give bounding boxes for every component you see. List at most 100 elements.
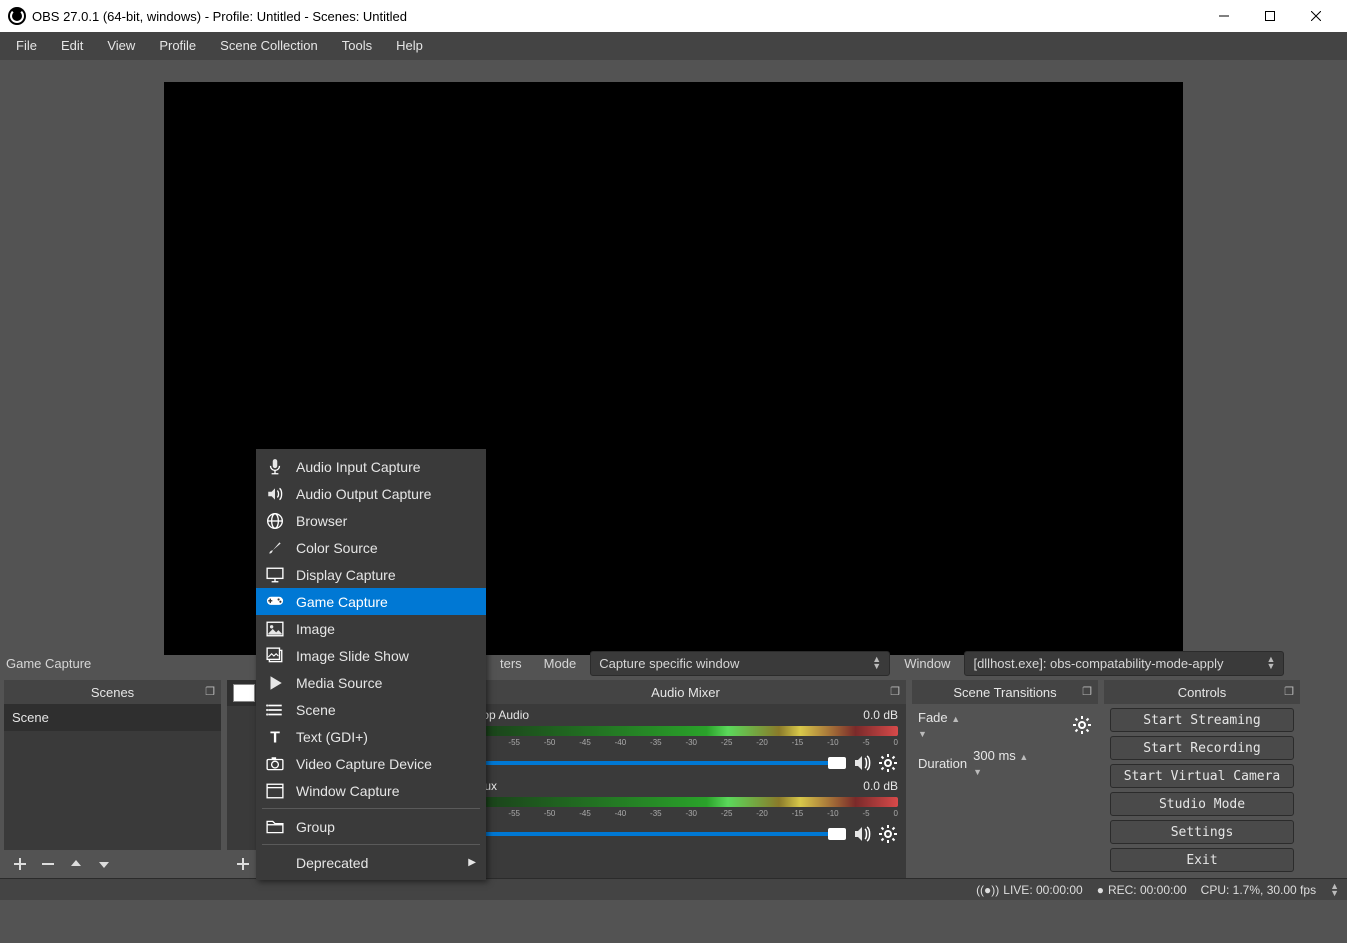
ctx-item-label: Media Source bbox=[296, 675, 382, 691]
list-icon bbox=[266, 701, 284, 719]
track-settings-button[interactable] bbox=[878, 824, 898, 844]
gamepad-icon bbox=[266, 593, 284, 611]
ctx-item-label: Text (GDI+) bbox=[296, 729, 368, 745]
filters-button[interactable]: ters bbox=[492, 652, 530, 675]
status-live: ((●)) LIVE: 00:00:00 bbox=[976, 883, 1083, 897]
ctx-item-audio-input-capture[interactable]: Audio Input Capture bbox=[256, 453, 486, 480]
mode-combo[interactable]: Capture specific window ▲▼ bbox=[590, 651, 890, 676]
slides-icon bbox=[266, 647, 284, 665]
camera-icon bbox=[266, 755, 284, 773]
start-recording-button[interactable]: Start Recording bbox=[1110, 736, 1294, 760]
stats-spinner-icon[interactable]: ▲▼ bbox=[1330, 883, 1339, 897]
active-source-label: Game Capture bbox=[6, 656, 256, 671]
settings-button[interactable]: Settings bbox=[1110, 820, 1294, 844]
track-db: 0.0 dB bbox=[863, 708, 898, 722]
ctx-item-color-source[interactable]: Color Source bbox=[256, 534, 486, 561]
track-settings-button[interactable] bbox=[878, 753, 898, 773]
add-source-menu: Audio Input Capture Audio Output Capture B… bbox=[256, 449, 486, 880]
speaker-icon bbox=[266, 485, 284, 503]
ctx-item-label: Audio Input Capture bbox=[296, 459, 421, 475]
ctx-item-video-capture-device[interactable]: Video Capture Device bbox=[256, 750, 486, 777]
add-source-button[interactable] bbox=[231, 852, 255, 876]
remove-scene-button[interactable] bbox=[36, 852, 60, 876]
statusbar: ((●)) LIVE: 00:00:00 ● REC: 00:00:00 CPU… bbox=[0, 878, 1347, 900]
volume-slider[interactable] bbox=[473, 832, 846, 836]
source-thumbnail-icon bbox=[233, 684, 255, 702]
start-virtual-camera-button[interactable]: Start Virtual Camera bbox=[1110, 764, 1294, 788]
globe-icon bbox=[266, 512, 284, 530]
popout-icon[interactable]: ❐ bbox=[205, 685, 215, 698]
ctx-item-media-source[interactable]: Media Source bbox=[256, 669, 486, 696]
transition-settings-button[interactable] bbox=[1072, 715, 1092, 735]
ctx-item-label: Image bbox=[296, 621, 335, 637]
broadcast-icon: ((●)) bbox=[976, 883, 999, 897]
menu-scene-collection[interactable]: Scene Collection bbox=[208, 32, 330, 60]
move-scene-up-button[interactable] bbox=[64, 852, 88, 876]
scenes-dock: Scenes ❐ Scene bbox=[4, 680, 221, 878]
ctx-item-display-capture[interactable]: Display Capture bbox=[256, 561, 486, 588]
ctx-item-label: Deprecated bbox=[296, 855, 368, 871]
controls-title: Controls bbox=[1178, 685, 1226, 700]
ctx-item-image-slide-show[interactable]: Image Slide Show bbox=[256, 642, 486, 669]
obs-logo-icon bbox=[8, 7, 26, 25]
menu-view[interactable]: View bbox=[95, 32, 147, 60]
transitions-header: Scene Transitions ❐ bbox=[912, 680, 1098, 704]
live-time: LIVE: 00:00:00 bbox=[1003, 883, 1082, 897]
mute-button[interactable] bbox=[852, 753, 872, 773]
ctx-item-label: Scene bbox=[296, 702, 336, 718]
minimize-button[interactable] bbox=[1201, 0, 1247, 32]
mic-icon bbox=[266, 458, 284, 476]
mode-value: Capture specific window bbox=[599, 656, 739, 671]
ctx-item-game-capture[interactable]: Game Capture bbox=[256, 588, 486, 615]
ctx-item-audio-output-capture[interactable]: Audio Output Capture bbox=[256, 480, 486, 507]
ctx-item-label: Color Source bbox=[296, 540, 378, 556]
scene-row[interactable]: Scene bbox=[4, 704, 221, 731]
ctx-item-browser[interactable]: Browser bbox=[256, 507, 486, 534]
ctx-item-scene[interactable]: Scene bbox=[256, 696, 486, 723]
controls-header: Controls ❐ bbox=[1104, 680, 1300, 704]
rec-time: REC: 00:00:00 bbox=[1108, 883, 1187, 897]
volume-slider[interactable] bbox=[473, 761, 846, 765]
studio-mode-button[interactable]: Studio Mode bbox=[1110, 792, 1294, 816]
submenu-arrow-icon: ▶ bbox=[468, 857, 476, 868]
ctx-item-label: Video Capture Device bbox=[296, 756, 432, 772]
ctx-item-text-gdi-[interactable]: T Text (GDI+) bbox=[256, 723, 486, 750]
mode-label: Mode bbox=[538, 652, 583, 675]
menu-edit[interactable]: Edit bbox=[49, 32, 95, 60]
scenes-title: Scenes bbox=[91, 685, 134, 700]
ctx-item-deprecated[interactable]: Deprecated ▶ bbox=[256, 849, 486, 876]
text-icon: T bbox=[266, 728, 284, 746]
window-combo[interactable]: [dllhost.exe]: obs-compatability-mode-ap… bbox=[964, 651, 1284, 676]
add-scene-button[interactable] bbox=[8, 852, 32, 876]
status-cpu: CPU: 1.7%, 30.00 fps bbox=[1201, 883, 1316, 897]
record-icon: ● bbox=[1097, 883, 1104, 897]
duration-label: Duration bbox=[918, 756, 967, 771]
window-icon bbox=[266, 782, 284, 800]
image-icon bbox=[266, 620, 284, 638]
audio-meter bbox=[473, 797, 898, 807]
popout-icon[interactable]: ❐ bbox=[1284, 685, 1294, 698]
menu-profile[interactable]: Profile bbox=[147, 32, 208, 60]
meter-ticks: -60-55-50-45-40-35-30-25-20-15-10-50 bbox=[473, 738, 898, 747]
combo-spinner-icon: ▲▼ bbox=[872, 656, 881, 670]
controls-dock: Controls ❐ Start Streaming Start Recordi… bbox=[1104, 680, 1300, 878]
menu-help[interactable]: Help bbox=[384, 32, 435, 60]
menu-tools[interactable]: Tools bbox=[330, 32, 384, 60]
exit-button[interactable]: Exit bbox=[1110, 848, 1294, 872]
menubar: File Edit View Profile Scene Collection … bbox=[0, 32, 1347, 60]
scene-transitions-dock: Scene Transitions ❐ Fade ▲▼ Duration 300… bbox=[912, 680, 1098, 878]
transition-combo[interactable]: Fade ▲▼ bbox=[918, 710, 1066, 740]
maximize-button[interactable] bbox=[1247, 0, 1293, 32]
move-scene-down-button[interactable] bbox=[92, 852, 116, 876]
popout-icon[interactable]: ❐ bbox=[890, 685, 900, 698]
mute-button[interactable] bbox=[852, 824, 872, 844]
duration-input[interactable]: 300 ms ▲▼ bbox=[973, 748, 1092, 778]
ctx-item-group[interactable]: Group bbox=[256, 813, 486, 840]
menu-file[interactable]: File bbox=[4, 32, 49, 60]
start-streaming-button[interactable]: Start Streaming bbox=[1110, 708, 1294, 732]
ctx-item-label: Audio Output Capture bbox=[296, 486, 431, 502]
ctx-item-image[interactable]: Image bbox=[256, 615, 486, 642]
popout-icon[interactable]: ❐ bbox=[1082, 685, 1092, 698]
ctx-item-window-capture[interactable]: Window Capture bbox=[256, 777, 486, 804]
close-button[interactable] bbox=[1293, 0, 1339, 32]
